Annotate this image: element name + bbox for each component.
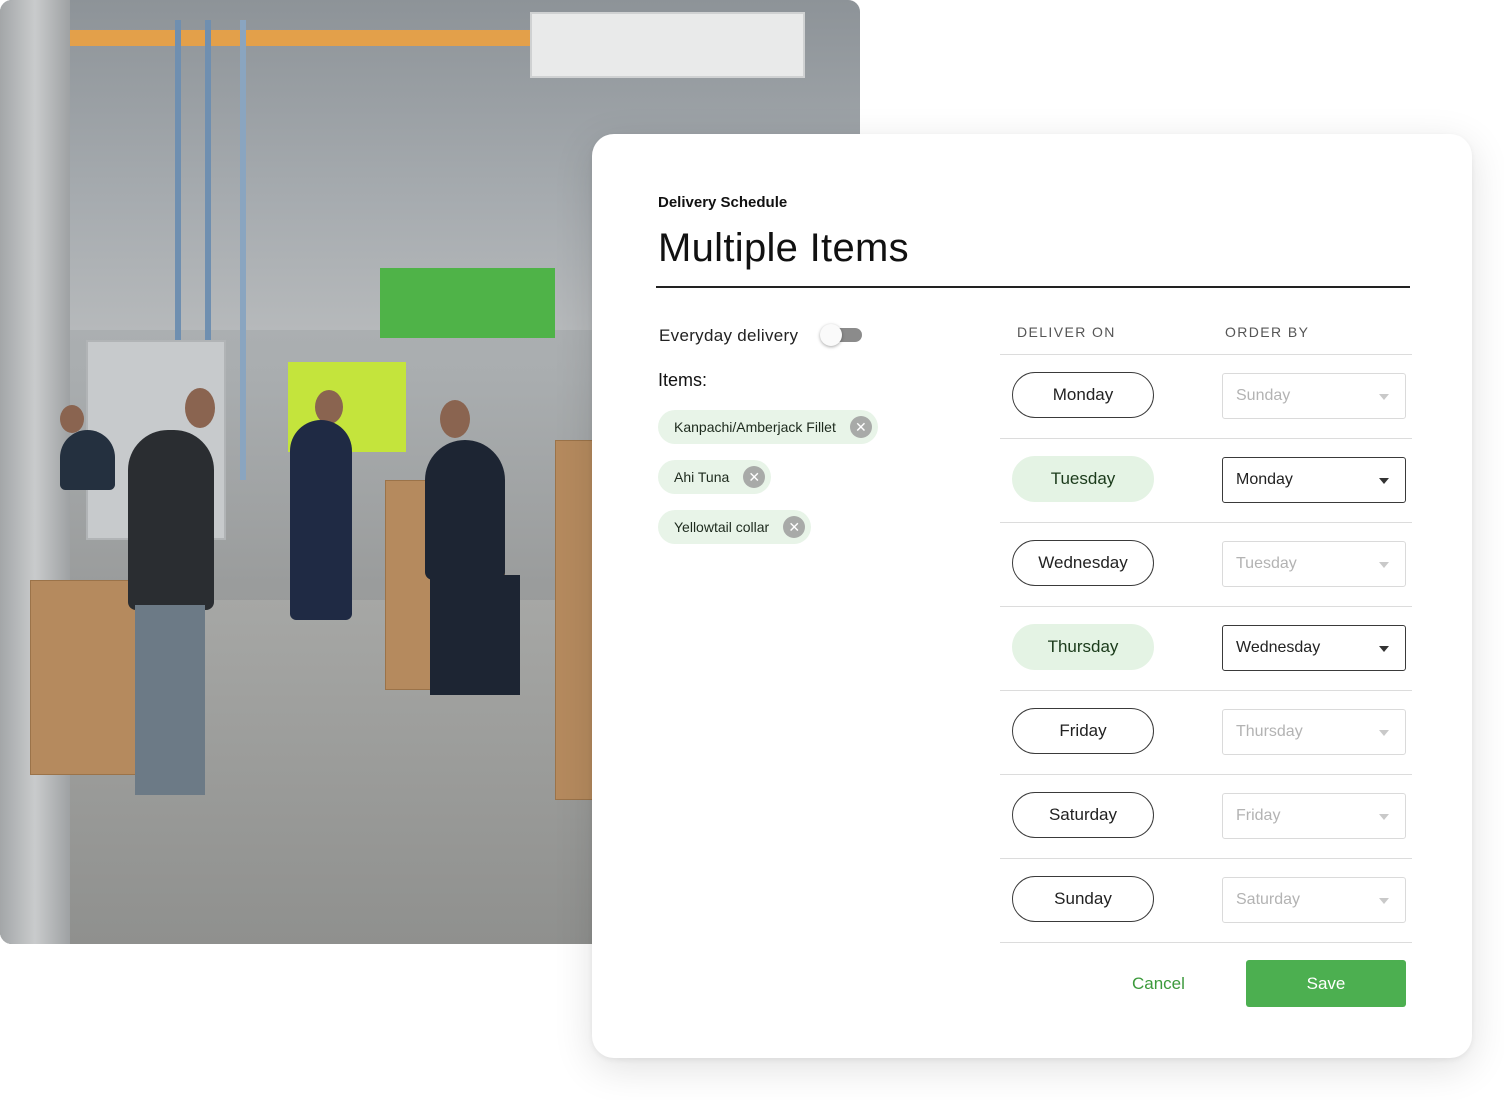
dialog-title: Multiple Items	[658, 226, 909, 270]
order-by-value: Thursday	[1236, 723, 1303, 740]
photo-pipe	[240, 20, 246, 480]
item-chip-label: Kanpachi/Amberjack Fillet	[674, 419, 836, 435]
photo-person-head	[60, 405, 84, 433]
order-by-select[interactable]: Saturday	[1222, 877, 1406, 923]
chevron-down-icon	[1379, 394, 1389, 400]
title-divider	[656, 286, 1410, 288]
toggle-thumb	[820, 324, 842, 346]
save-button[interactable]: Save	[1246, 960, 1406, 1007]
order-by-select[interactable]: Tuesday	[1222, 541, 1406, 587]
chevron-down-icon	[1379, 562, 1389, 568]
deliver-day-button[interactable]: Monday	[1012, 372, 1154, 418]
deliver-day-button[interactable]: Wednesday	[1012, 540, 1154, 586]
order-by-select[interactable]: Monday	[1222, 457, 1406, 503]
photo-person	[128, 430, 214, 610]
cancel-button[interactable]: Cancel	[1132, 974, 1185, 994]
item-chip-label: Yellowtail collar	[674, 519, 770, 535]
delivery-schedule-dialog: Delivery Schedule Multiple Items Everyda…	[592, 134, 1472, 1058]
deliver-day-button[interactable]: Friday	[1012, 708, 1154, 754]
deliver-day-button[interactable]: Sunday	[1012, 876, 1154, 922]
photo-person-head	[440, 400, 470, 438]
item-chip: Yellowtail collar ✕	[658, 510, 812, 544]
item-chip: Kanpachi/Amberjack Fillet ✕	[658, 410, 878, 444]
chevron-down-icon	[1379, 646, 1389, 652]
order-by-select[interactable]: Sunday	[1222, 373, 1406, 419]
photo-person-head	[185, 388, 215, 428]
deliver-day-button[interactable]: Tuesday	[1012, 456, 1154, 502]
photo-person-legs	[430, 575, 520, 695]
order-by-select[interactable]: Thursday	[1222, 709, 1406, 755]
column-header-deliver-on: DELIVER ON	[1017, 324, 1116, 340]
schedule-row: Thursday Wednesday	[1000, 606, 1412, 690]
close-circle-icon[interactable]: ✕	[849, 416, 872, 438]
close-circle-icon[interactable]: ✕	[743, 466, 766, 488]
order-by-value: Sunday	[1236, 387, 1291, 404]
deliver-day-button[interactable]: Thursday	[1012, 624, 1154, 670]
order-by-value: Tuesday	[1236, 555, 1297, 572]
photo-person-legs	[135, 605, 205, 795]
photo-person	[60, 430, 115, 490]
schedule-row: Sunday Saturday	[1000, 858, 1412, 942]
schedule-row: Wednesday Tuesday	[1000, 522, 1412, 606]
everyday-delivery-toggle[interactable]	[820, 324, 862, 346]
chevron-down-icon	[1379, 478, 1389, 484]
everyday-delivery-label: Everyday delivery	[659, 326, 799, 345]
chevron-down-icon	[1379, 814, 1389, 820]
close-circle-icon[interactable]: ✕	[783, 516, 806, 538]
order-by-value: Saturday	[1236, 891, 1301, 908]
order-by-select[interactable]: Wednesday	[1222, 625, 1406, 671]
schedule-row: Monday Sunday	[1000, 354, 1412, 438]
photo-person	[290, 420, 352, 620]
deliver-day-button[interactable]: Saturday	[1012, 792, 1154, 838]
photo-person	[425, 440, 505, 580]
column-header-order-by: ORDER BY	[1225, 324, 1310, 340]
schedule-row: Tuesday Monday	[1000, 438, 1412, 522]
item-chip: Ahi Tuna ✕	[658, 460, 772, 494]
schedule-row: Saturday Friday	[1000, 774, 1412, 858]
row-divider	[1000, 942, 1412, 943]
chevron-down-icon	[1379, 730, 1389, 736]
schedule-row: Friday Thursday	[1000, 690, 1412, 774]
order-by-select[interactable]: Friday	[1222, 793, 1406, 839]
photo-box	[555, 440, 595, 800]
order-by-value: Wednesday	[1236, 639, 1321, 656]
item-chip-label: Ahi Tuna	[674, 469, 730, 485]
photo-duct	[530, 12, 805, 78]
photo-green-machine	[380, 268, 555, 338]
photo-person-head	[315, 390, 343, 424]
dialog-subtitle: Delivery Schedule	[658, 194, 788, 211]
chevron-down-icon	[1379, 898, 1389, 904]
items-label: Items:	[658, 370, 708, 390]
order-by-value: Friday	[1236, 807, 1281, 824]
order-by-value: Monday	[1236, 471, 1293, 488]
